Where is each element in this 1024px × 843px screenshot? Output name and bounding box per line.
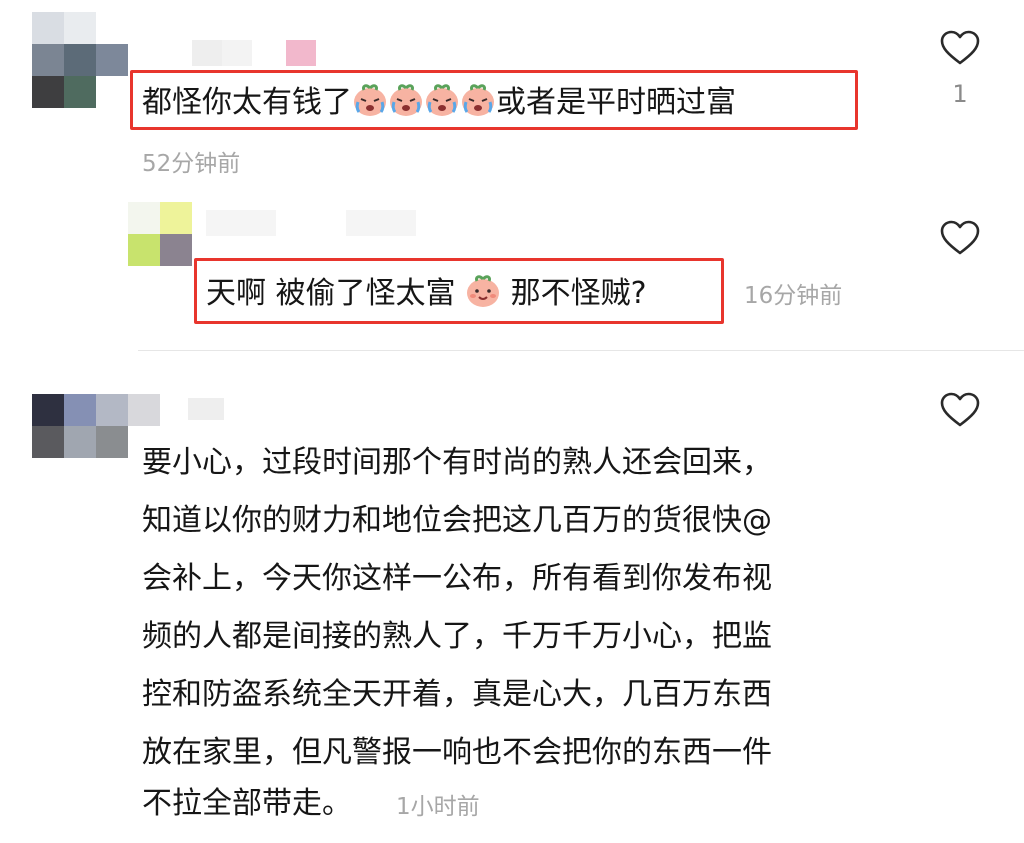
comment-text: 天啊 被偷了怪太富 那不怪贼? (206, 273, 647, 312)
username[interactable] (206, 210, 486, 240)
heart-icon[interactable] (940, 220, 980, 256)
like-count: 1 (952, 80, 968, 108)
comment-text-line: 控和防盗系统全天开着，真是心大，几百万东西 (142, 677, 772, 712)
comment-text-line: 知道以你的财力和地位会把这几百万的货很快@ (142, 503, 772, 538)
smiling-peach-emoji (467, 275, 500, 307)
comment-text-start: 天啊 被偷了怪太富 (206, 276, 456, 311)
comment-text-line: 要小心，过段时间那个有时尚的熟人还会回来， (142, 445, 772, 480)
divider (138, 350, 1024, 351)
crying-emoji-group (352, 84, 496, 120)
avatar[interactable] (32, 394, 160, 458)
avatar[interactable] (128, 202, 192, 266)
timestamp: 16分钟前 (744, 283, 843, 309)
heart-icon[interactable] (940, 392, 980, 428)
timestamp: 1小时前 (396, 794, 480, 820)
comment-text-start: 都怪你太有钱了 (142, 85, 352, 120)
comment-text-end: 或者是平时晒过富 (496, 85, 736, 120)
heart-icon[interactable] (940, 30, 980, 66)
avatar[interactable] (32, 12, 132, 108)
crying-peach-emoji (354, 84, 386, 116)
crying-peach-emoji (390, 84, 422, 116)
crying-peach-emoji (462, 84, 494, 116)
timestamp: 52分钟前 (142, 151, 241, 177)
comment-text: 都怪你太有钱了 或者是平时晒过富 (142, 82, 736, 121)
comment-text-end: 那不怪贼? (510, 276, 647, 311)
username[interactable] (188, 398, 228, 422)
comment-text-line: 频的人都是间接的熟人了，千万千万小心，把监 (142, 619, 772, 654)
crying-peach-emoji (426, 84, 458, 116)
comment-text-line: 放在家里，但凡警报一响也不会把你的东西一件 (142, 735, 772, 770)
comment-text-line: 不拉全部带走。 (142, 786, 352, 821)
username[interactable] (186, 40, 326, 72)
comment-text-line: 会补上，今天你这样一公布，所有看到你发布视 (142, 561, 772, 596)
